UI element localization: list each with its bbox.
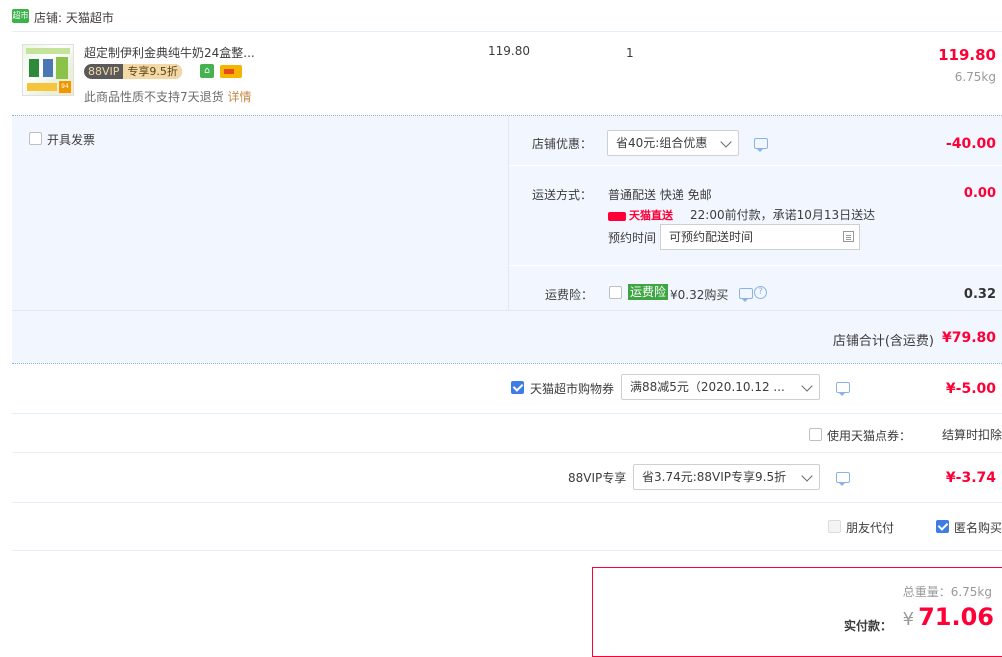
store-discount-amount: -40.00 bbox=[945, 136, 996, 152]
divider bbox=[509, 265, 1002, 266]
shipping-amount: 0.00 bbox=[963, 186, 996, 201]
shipping-label: 运送方式： bbox=[532, 188, 593, 202]
service-icon: ⌂ bbox=[200, 64, 214, 78]
coupon-select[interactable]: 满88减5元（2020.10.12 ... bbox=[621, 374, 820, 400]
divider bbox=[509, 165, 1002, 166]
coupon-label[interactable]: 天猫超市购物券 bbox=[530, 380, 614, 397]
anonymous-checkbox[interactable] bbox=[936, 520, 949, 533]
thumbnail-tag: 94 bbox=[59, 81, 71, 93]
product-name[interactable]: 超定制伊利金典纯牛奶24盒整... bbox=[84, 44, 255, 61]
points-note: 结算时扣除 bbox=[942, 428, 1002, 442]
message-icon[interactable] bbox=[739, 288, 753, 302]
insurance-tag: 运费险 bbox=[628, 284, 669, 300]
vip-label: 88VIP专享 bbox=[568, 471, 627, 485]
item-weight: 6.75kg bbox=[954, 70, 996, 84]
vip-select[interactable]: 省3.74元:88VIP专享9.5折 bbox=[633, 464, 820, 490]
divider bbox=[12, 502, 1002, 503]
friend-pay-checkbox[interactable] bbox=[828, 520, 841, 533]
calendar-icon[interactable] bbox=[843, 231, 854, 242]
anonymous-label[interactable]: 匿名购买 bbox=[954, 519, 1002, 536]
points-label[interactable]: 使用天猫点券： bbox=[827, 427, 911, 444]
store-icon: 超市 bbox=[12, 9, 29, 23]
vip-discount-tag: 88VIP 专享9.5折 bbox=[84, 64, 182, 79]
insurance-label: 运费险： bbox=[545, 288, 594, 302]
appointment-time-input[interactable]: 可预约配送时间 bbox=[660, 224, 860, 250]
pay-amount: ¥71.06 bbox=[903, 603, 994, 631]
message-icon[interactable] bbox=[836, 472, 850, 486]
divider bbox=[12, 31, 1002, 32]
points-checkbox[interactable] bbox=[809, 428, 822, 441]
chevron-down-icon bbox=[801, 380, 813, 392]
invoice-checkbox[interactable] bbox=[29, 132, 42, 145]
message-icon[interactable] bbox=[836, 382, 850, 396]
pay-amount-value: 71.06 bbox=[918, 603, 994, 631]
vip-amount: ¥-3.74 bbox=[945, 470, 996, 486]
coupon-value: 满88减5元（2020.10.12 ... bbox=[630, 380, 785, 394]
chevron-down-icon bbox=[801, 470, 813, 482]
tmall-direct-badge: 天猫直送 bbox=[608, 207, 673, 223]
currency-symbol: ¥ bbox=[902, 609, 915, 630]
store-discount-select[interactable]: 省40元:组合优惠 bbox=[607, 130, 739, 156]
pay-label: 实付款： bbox=[843, 619, 892, 633]
coupon-amount: ¥-5.00 bbox=[945, 381, 996, 397]
vip-tag-left: 88VIP bbox=[88, 65, 120, 78]
chevron-down-icon bbox=[720, 136, 732, 148]
divider bbox=[12, 550, 1002, 551]
insurance-amount: 0.32 bbox=[963, 287, 996, 302]
product-thumbnail[interactable]: 94 bbox=[22, 44, 74, 96]
unit-price: 119.80 bbox=[488, 44, 530, 58]
item-subtotal: 119.80 bbox=[938, 46, 996, 64]
tmall-direct-text: 天猫直送 bbox=[629, 209, 673, 222]
divider bbox=[12, 413, 1002, 414]
divider bbox=[12, 310, 1002, 311]
product-note: 此商品性质不支持7天退货 详情 bbox=[84, 88, 251, 105]
friend-pay-label[interactable]: 朋友代付 bbox=[846, 519, 894, 536]
panel-separator bbox=[508, 116, 509, 310]
total-weight: 总重量：6.75kg bbox=[902, 585, 992, 599]
store-discount-label: 店铺优惠： bbox=[532, 137, 593, 151]
card-icon bbox=[220, 65, 242, 78]
quantity: 1 bbox=[626, 46, 634, 60]
invoice-label[interactable]: 开具发票 bbox=[47, 131, 95, 148]
insurance-checkbox[interactable] bbox=[609, 286, 622, 299]
store-total-amount: ¥79.80 bbox=[941, 330, 996, 346]
store-label[interactable]: 店铺: 天猫超市 bbox=[34, 9, 114, 26]
vip-tag-right: 专享9.5折 bbox=[123, 64, 182, 79]
store-discount-value: 省40元:组合优惠 bbox=[616, 136, 708, 150]
store-total-label: 店铺合计(含运费) bbox=[832, 334, 934, 349]
divider bbox=[12, 452, 1002, 453]
shipping-method: 普通配送 快递 免邮 bbox=[608, 188, 712, 202]
return-policy-text: 此商品性质不支持7天退货 bbox=[84, 90, 224, 104]
help-icon[interactable]: ? bbox=[754, 286, 767, 299]
divider bbox=[12, 363, 1002, 364]
truck-icon bbox=[608, 211, 626, 221]
insurance-price: ¥0.32购买 bbox=[670, 288, 729, 302]
message-icon[interactable] bbox=[754, 138, 768, 152]
delivery-promise: 22:00前付款，承诺10月13日送达 bbox=[690, 208, 876, 222]
vip-value: 省3.74元:88VIP专享9.5折 bbox=[642, 470, 787, 484]
appointment-label: 预约时间 bbox=[608, 231, 657, 245]
appointment-placeholder: 可预约配送时间 bbox=[669, 230, 754, 244]
detail-link[interactable]: 详情 bbox=[227, 90, 251, 104]
coupon-checkbox[interactable] bbox=[511, 381, 524, 394]
